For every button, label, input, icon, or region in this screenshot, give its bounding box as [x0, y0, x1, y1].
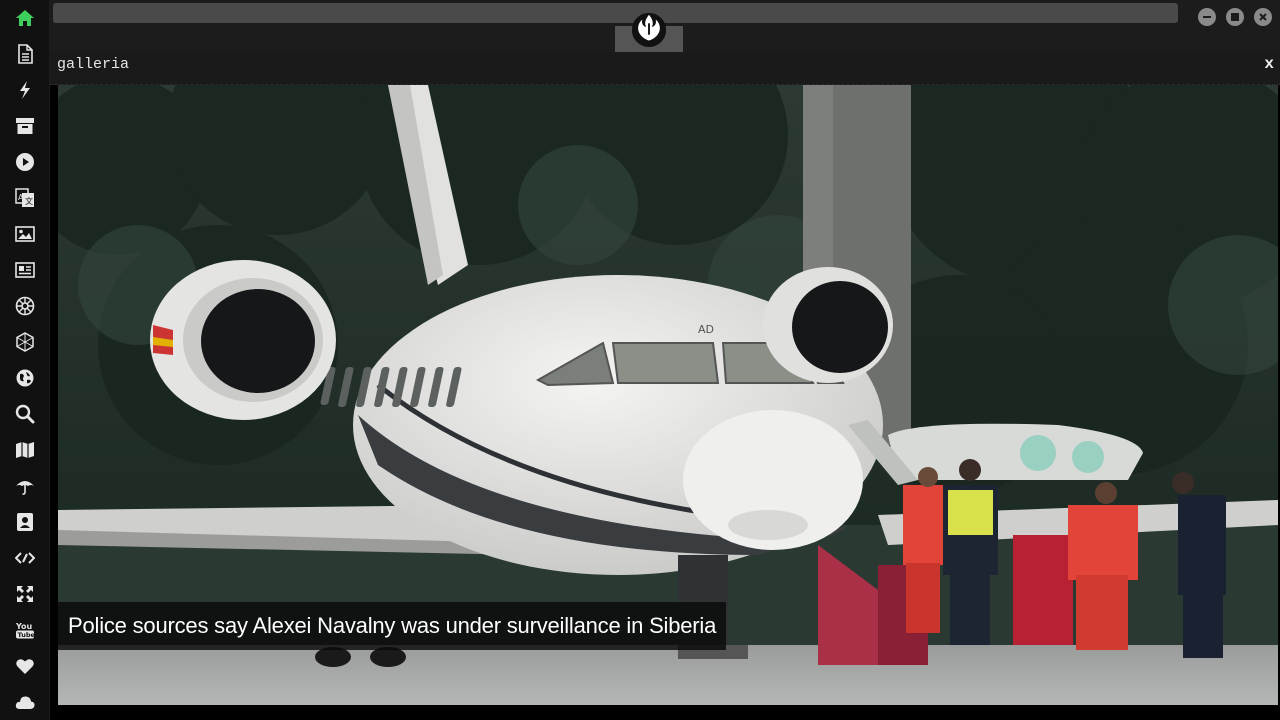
close-icon — [1259, 13, 1267, 21]
sidebar-item-favorites[interactable] — [0, 648, 50, 684]
top-bar — [50, 0, 1280, 52]
heart-icon — [16, 659, 34, 674]
sidebar-item-empire[interactable] — [0, 288, 50, 324]
sidebar-item-documents[interactable] — [0, 36, 50, 72]
sidebar-item-world[interactable] — [0, 360, 50, 396]
sidebar-item-code[interactable] — [0, 540, 50, 576]
panel-title: galleria — [57, 56, 130, 73]
contact-card-icon — [17, 513, 33, 531]
hexagon-icon — [16, 332, 34, 352]
search-icon — [15, 404, 35, 424]
code-icon — [15, 552, 35, 564]
maximize-button[interactable] — [1226, 8, 1244, 26]
play-circle-icon — [16, 153, 34, 171]
newspaper-icon — [15, 262, 35, 278]
sidebar-item-search[interactable] — [0, 396, 50, 432]
archive-icon — [16, 118, 34, 134]
maximize-icon — [1231, 13, 1239, 21]
svg-text:AD: AD — [698, 323, 714, 336]
empire-icon — [15, 296, 35, 316]
panel-close-button[interactable]: x — [1264, 55, 1274, 73]
youtube-icon: YouTube — [15, 622, 36, 639]
sidebar-item-video[interactable] — [0, 144, 50, 180]
sidebar-item-translate[interactable]: A文 — [0, 180, 50, 216]
globe-icon — [16, 369, 34, 387]
sidebar-item-map[interactable] — [0, 432, 50, 468]
sidebar-item-hexagon[interactable] — [0, 324, 50, 360]
svg-text:文: 文 — [25, 196, 33, 206]
sidebar-item-news[interactable] — [0, 252, 50, 288]
sidebar-item-weather[interactable] — [0, 468, 50, 504]
svg-text:You: You — [15, 622, 33, 631]
rebel-alliance-logo — [631, 12, 667, 48]
image-icon — [15, 226, 35, 242]
sidebar-item-images[interactable] — [0, 216, 50, 252]
sidebar-item-contacts[interactable] — [0, 504, 50, 540]
panel-header: galleria x — [50, 52, 1280, 85]
sidebar-item-fullscreen[interactable] — [0, 576, 50, 612]
sidebar-item-youtube[interactable]: You Tube — [0, 612, 50, 648]
lightning-icon — [20, 81, 30, 99]
document-icon — [18, 44, 33, 64]
map-icon — [16, 442, 34, 458]
sidebar-item-flash[interactable] — [0, 72, 50, 108]
sidebar-item-home[interactable] — [0, 0, 50, 36]
sidebar-item-archive[interactable] — [0, 108, 50, 144]
translate-icon: A文 — [15, 188, 34, 207]
svg-text:A: A — [18, 193, 24, 202]
expand-icon — [17, 586, 33, 602]
minimize-icon — [1203, 16, 1211, 18]
sidebar-item-cloud[interactable] — [0, 684, 50, 720]
minimize-button[interactable] — [1198, 8, 1216, 26]
home-icon — [16, 10, 34, 26]
sidebar: A文 You Tube — [0, 0, 50, 720]
address-bar[interactable] — [53, 3, 1178, 23]
close-window-button[interactable] — [1254, 8, 1272, 26]
umbrella-icon — [16, 481, 34, 495]
svg-text:Tube: Tube — [18, 631, 36, 639]
gallery-caption: Police sources say Alexei Navalny was un… — [58, 602, 727, 650]
cloud-icon — [15, 696, 35, 709]
